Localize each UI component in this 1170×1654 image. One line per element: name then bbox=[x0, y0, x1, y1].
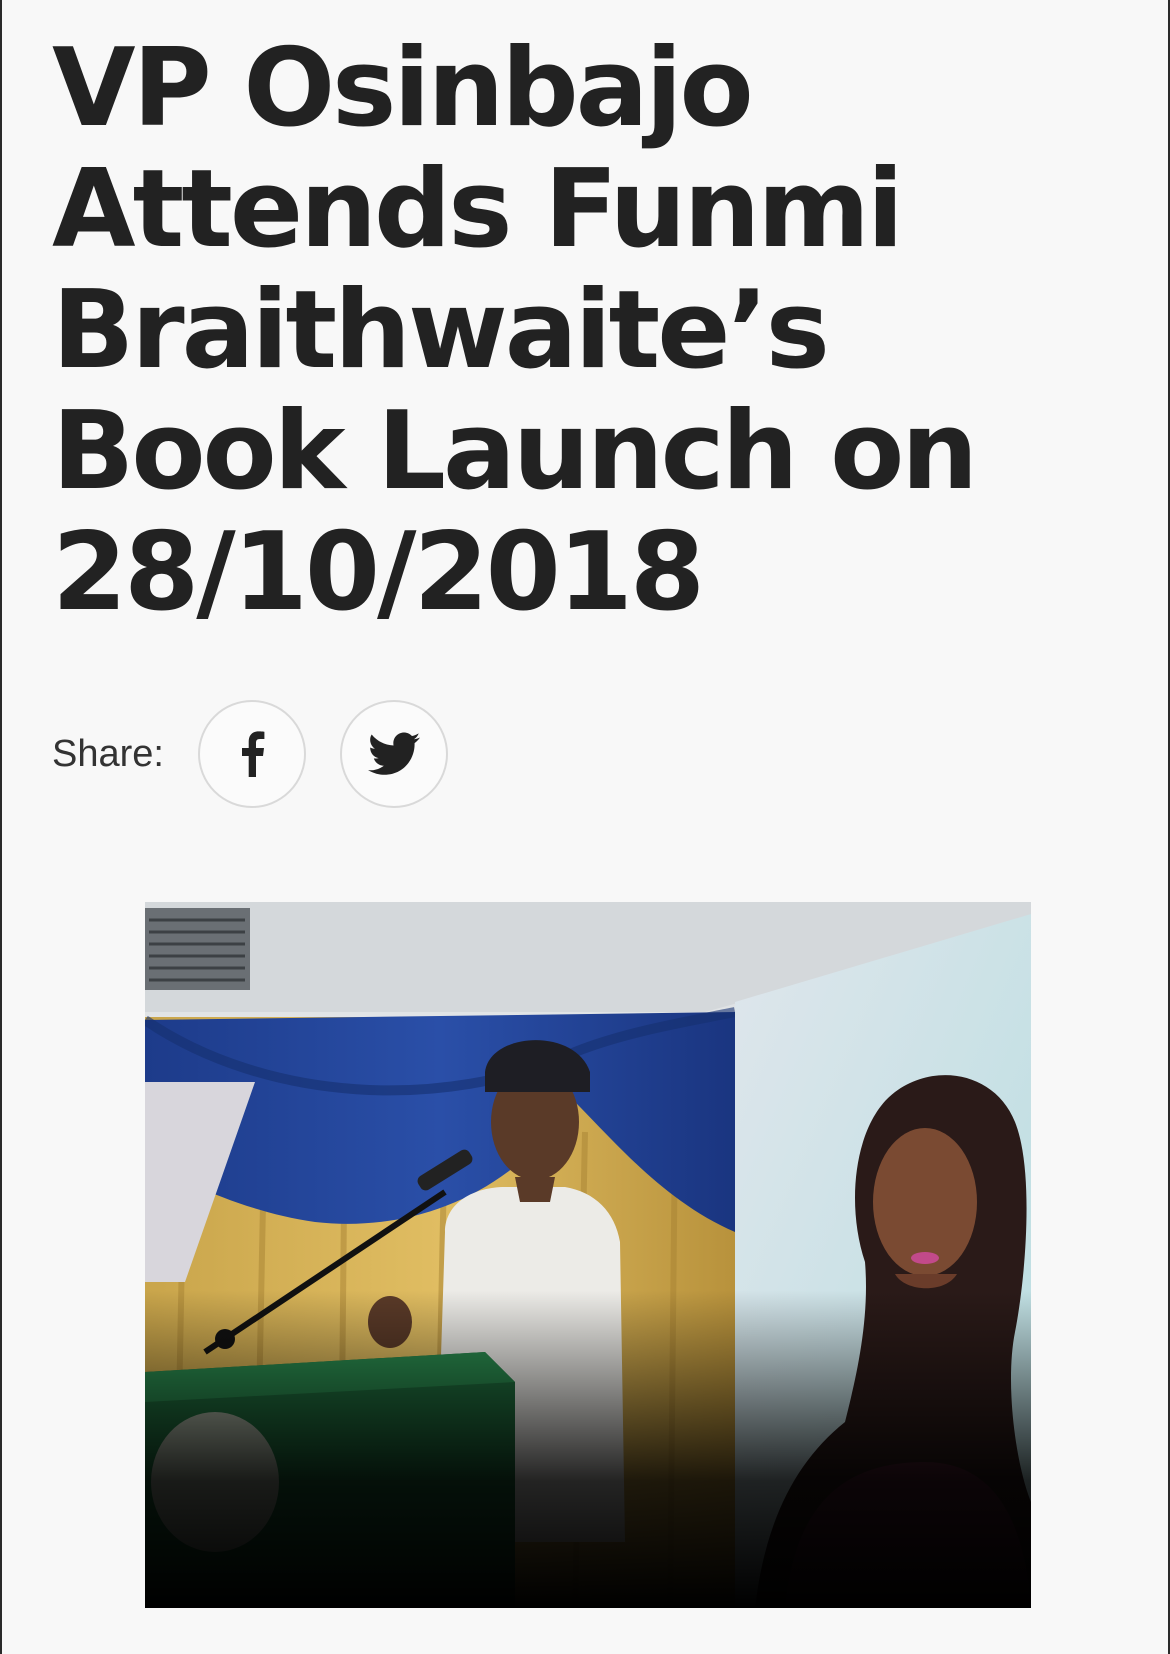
twitter-icon bbox=[367, 732, 420, 775]
share-facebook-button[interactable] bbox=[197, 700, 306, 808]
facebook-icon bbox=[241, 731, 265, 777]
share-twitter-button[interactable] bbox=[339, 700, 448, 808]
article-photo bbox=[145, 902, 1031, 1608]
share-label: Share: bbox=[52, 732, 164, 775]
article-headline: VP Osinbajo Attends Funmi Braithwaite’s … bbox=[52, 26, 978, 635]
article-page: VP Osinbajo Attends Funmi Braithwaite’s … bbox=[0, 0, 1170, 1654]
share-bar: Share: bbox=[52, 698, 482, 810]
